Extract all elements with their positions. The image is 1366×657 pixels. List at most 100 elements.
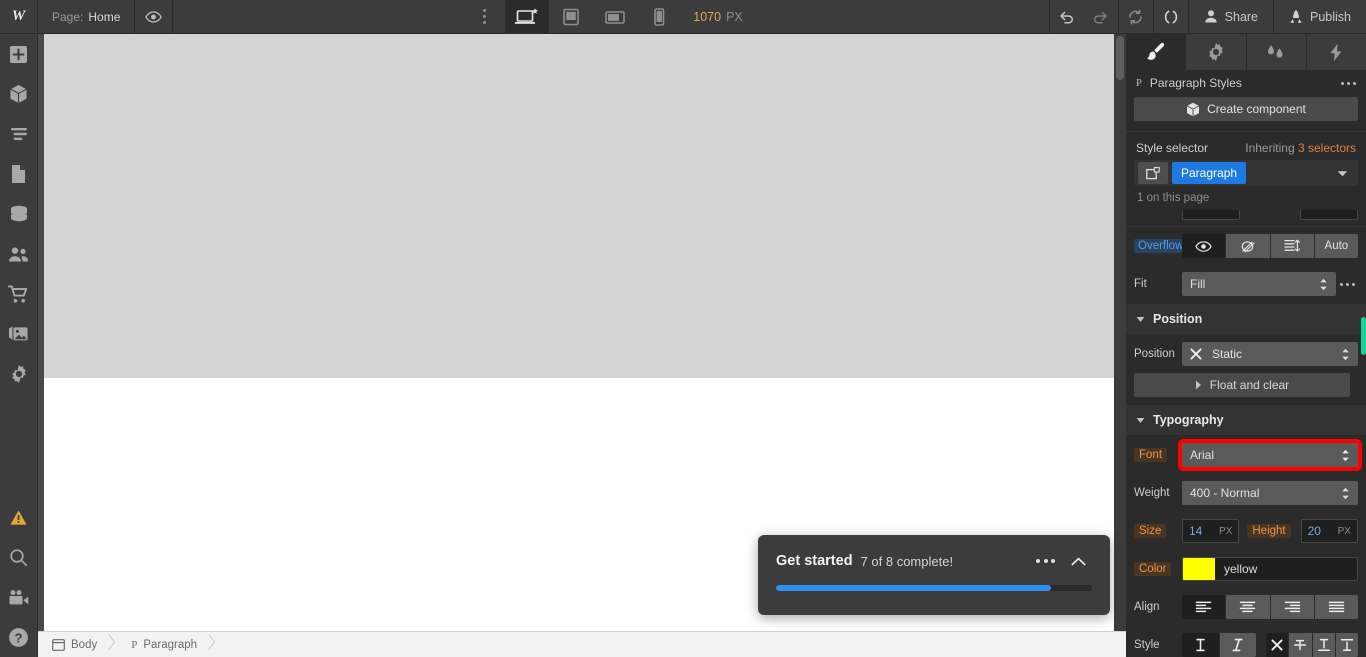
rail-item-assets[interactable] — [0, 314, 38, 354]
canvas-section-gray[interactable] — [44, 34, 1120, 378]
align-center-button[interactable] — [1226, 595, 1271, 619]
text-italic-button[interactable] — [1219, 633, 1256, 657]
panel-scroll-indicator[interactable] — [1361, 317, 1366, 355]
font-family-select[interactable]: Arial — [1182, 443, 1358, 467]
text-color-label[interactable]: Color — [1134, 562, 1172, 576]
font-size-label[interactable]: Size — [1134, 524, 1167, 538]
redo-button[interactable] — [1084, 0, 1118, 33]
rail-item-navigator[interactable] — [0, 114, 38, 154]
breakpoint-tablet[interactable] — [549, 0, 593, 33]
color-swatch[interactable] — [1183, 558, 1215, 580]
selector-dropdown-button[interactable] — [1337, 164, 1356, 182]
fit-more-button[interactable] — [1336, 282, 1358, 286]
clipped-row-above — [1126, 210, 1366, 226]
overflow-hidden-button[interactable] — [1226, 234, 1271, 258]
clipped-field-left[interactable] — [1182, 210, 1240, 220]
breadcrumb-item-paragraph[interactable]: P Paragraph — [117, 639, 203, 651]
decoration-none-button[interactable] — [1266, 633, 1290, 657]
rail-item-users[interactable] — [0, 234, 38, 274]
inheriting-text[interactable]: Inheriting 3 selectors — [1245, 141, 1356, 155]
get-started-more-button[interactable] — [1030, 555, 1061, 567]
font-label-wrap: Font — [1126, 448, 1182, 462]
position-section-title: Position — [1153, 312, 1203, 326]
eye-icon — [1195, 240, 1212, 252]
font-label[interactable]: Font — [1134, 448, 1168, 462]
history-group — [1048, 0, 1118, 33]
page-selector[interactable]: Page: Home — [38, 0, 136, 33]
float-and-clear-button[interactable]: Float and clear — [1134, 373, 1350, 397]
rail-item-search[interactable] — [0, 537, 38, 577]
tab-settings[interactable] — [1186, 34, 1247, 70]
canvas-vertical-scrollbar[interactable] — [1114, 34, 1126, 631]
position-section-header[interactable]: Position — [1126, 303, 1366, 335]
canvas-width-readout[interactable]: 1070 PX — [681, 0, 759, 33]
color-label-wrap: Color — [1126, 562, 1182, 576]
weight-row: Weight 400 - Normal — [1126, 474, 1366, 512]
rail-item-help[interactable]: ? — [0, 617, 38, 657]
style-selector-label: Style selector — [1136, 141, 1209, 155]
position-select[interactable]: Static — [1182, 342, 1358, 366]
breakpoint-mobile-landscape[interactable] — [593, 0, 637, 33]
decoration-underline-button[interactable] — [1312, 633, 1336, 657]
undo-button[interactable] — [1050, 0, 1084, 33]
text-color-field[interactable]: yellow — [1182, 557, 1358, 581]
sync-button[interactable] — [1119, 0, 1153, 33]
align-right-button[interactable] — [1270, 595, 1315, 619]
rail-item-pages[interactable] — [0, 154, 38, 194]
clipped-field-right[interactable] — [1300, 210, 1358, 220]
align-right-icon — [1284, 601, 1300, 613]
more-horizontal-dot — [1051, 559, 1055, 563]
rail-item-site-settings[interactable] — [0, 354, 38, 394]
breakpoint-desktop[interactable] — [505, 0, 550, 33]
decoration-strikethrough-button[interactable] — [1289, 633, 1313, 657]
typography-section-title: Typography — [1153, 413, 1224, 427]
tablet-breakpoint-icon — [563, 8, 580, 25]
get-started-panel[interactable]: Get started 7 of 8 complete! — [758, 535, 1110, 615]
breakpoint-mobile-portrait[interactable] — [637, 0, 681, 33]
breakpoint-more-button[interactable] — [463, 0, 505, 33]
selector-element-button[interactable] — [1138, 162, 1168, 184]
align-justify-button[interactable] — [1314, 595, 1358, 619]
line-height-input[interactable]: 20 PX — [1300, 519, 1358, 543]
selector-tag-chip[interactable]: Paragraph — [1172, 161, 1247, 185]
get-started-collapse-button[interactable] — [1061, 551, 1092, 571]
rail-item-components[interactable] — [0, 74, 38, 114]
style-selector-field[interactable]: Paragraph — [1134, 160, 1358, 186]
overflow-label[interactable]: Overflow — [1134, 239, 1188, 253]
rail-item-add-elements[interactable] — [0, 34, 38, 74]
rail-item-cms[interactable] — [0, 194, 38, 234]
breadcrumb-label: Body — [71, 638, 98, 651]
stepper-updown-icon — [1320, 278, 1327, 290]
rail-item-ecommerce[interactable] — [0, 274, 38, 314]
rail-item-video-tutorials[interactable] — [0, 577, 38, 617]
canvas-width-value: 1070 — [693, 9, 722, 24]
rail-item-audit[interactable] — [0, 497, 38, 537]
overflow-auto-button[interactable]: Auto — [1314, 234, 1358, 258]
publish-button[interactable]: Publish — [1274, 0, 1366, 33]
fit-select[interactable]: Fill — [1182, 272, 1336, 296]
tab-effects[interactable] — [1307, 34, 1366, 70]
tab-interactions[interactable] — [1247, 34, 1307, 70]
code-brackets-icon — [1164, 10, 1177, 23]
overflow-scroll-button[interactable] — [1270, 234, 1315, 258]
typography-section-header[interactable]: Typography — [1126, 404, 1366, 436]
tab-style[interactable] — [1126, 34, 1187, 70]
font-weight-select[interactable]: 400 - Normal — [1182, 481, 1358, 505]
text-upright-button[interactable] — [1182, 633, 1220, 657]
scrollbar-thumb[interactable] — [1116, 36, 1124, 80]
align-left-button[interactable] — [1182, 595, 1227, 619]
decoration-overline-button[interactable] — [1335, 633, 1358, 657]
style-panel-more-button[interactable] — [1341, 81, 1356, 85]
create-component-button[interactable]: Create component — [1134, 97, 1358, 121]
preview-toggle-button[interactable] — [135, 0, 174, 33]
overflow-visible-button[interactable] — [1182, 234, 1227, 258]
font-size-input[interactable]: 14 PX — [1182, 519, 1240, 543]
toolbar-right-group: Share Publish — [1048, 0, 1366, 33]
share-group: Share — [1187, 0, 1273, 33]
webflow-logo[interactable]: W — [0, 0, 38, 33]
line-height-label[interactable]: Height — [1247, 524, 1291, 538]
code-view-button[interactable] — [1154, 0, 1188, 33]
share-label: Share — [1224, 9, 1259, 24]
breadcrumb-item-body[interactable]: Body — [38, 639, 103, 651]
share-button[interactable]: Share — [1189, 0, 1273, 33]
